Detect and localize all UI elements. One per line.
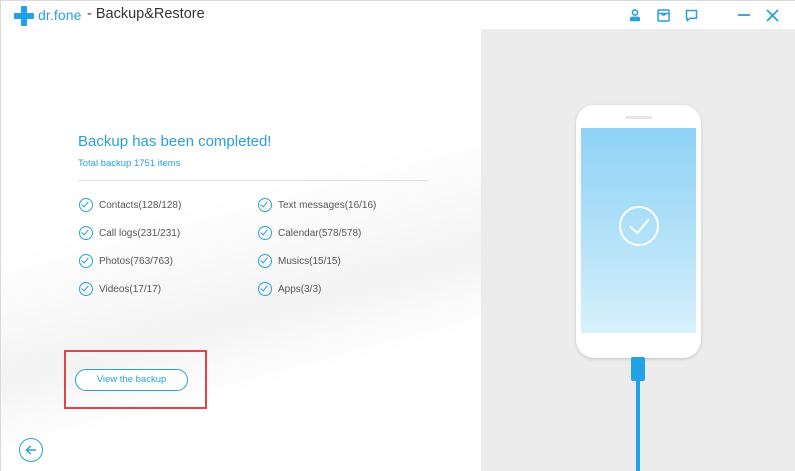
arrow-left-icon xyxy=(25,445,36,455)
drfone-logo-icon xyxy=(14,6,34,26)
title-bar: dr.fone - Backup&Restore xyxy=(1,1,795,29)
back-button[interactable] xyxy=(19,438,43,462)
check-circle-icon xyxy=(258,282,272,296)
check-circle-icon xyxy=(258,198,272,212)
result-item-label: Call logs(231/231) xyxy=(99,227,181,239)
result-item-label: Calendar(578/578) xyxy=(278,227,362,239)
check-circle-icon xyxy=(79,282,93,296)
check-circle-icon xyxy=(619,206,659,246)
phone-speaker xyxy=(625,116,652,119)
user-icon[interactable] xyxy=(627,7,643,23)
result-item-label: Photos(763/763) xyxy=(99,255,173,267)
result-item: Calendar(578/578) xyxy=(258,225,361,241)
usb-plug xyxy=(631,357,645,381)
result-item: Photos(763/763) xyxy=(79,253,173,269)
check-circle-icon xyxy=(79,254,93,268)
backup-complete-heading: Backup has been completed! xyxy=(78,133,272,150)
result-item: Contacts(128/128) xyxy=(79,197,181,213)
result-item-label: Apps(3/3) xyxy=(278,283,322,295)
window-title: - Backup&Restore xyxy=(87,6,205,22)
backup-total-summary: Total backup 1751 items xyxy=(78,158,181,169)
result-item: Musics(15/15) xyxy=(258,253,341,269)
brand-name: dr.fone xyxy=(38,7,82,23)
result-item: Call logs(231/231) xyxy=(79,225,180,241)
shop-icon[interactable] xyxy=(655,7,671,23)
feedback-icon[interactable] xyxy=(683,7,699,23)
check-circle-icon xyxy=(79,226,93,240)
check-circle-icon xyxy=(258,226,272,240)
phone-screen xyxy=(581,128,696,333)
phone-illustration xyxy=(576,105,701,358)
result-item: Videos(17/17) xyxy=(79,281,161,297)
result-item-label: Videos(17/17) xyxy=(99,283,162,295)
result-item: Text messages(16/16) xyxy=(258,197,376,213)
divider xyxy=(78,180,429,181)
result-item-label: Text messages(16/16) xyxy=(278,199,377,211)
view-backup-button[interactable]: View the backup xyxy=(75,369,188,391)
close-icon[interactable] xyxy=(764,7,780,23)
usb-cable xyxy=(636,379,640,471)
result-item-label: Contacts(128/128) xyxy=(99,199,182,211)
check-circle-icon xyxy=(258,254,272,268)
result-item: Apps(3/3) xyxy=(258,281,321,297)
check-circle-icon xyxy=(79,198,93,212)
minimize-icon[interactable] xyxy=(736,7,752,23)
result-item-label: Musics(15/15) xyxy=(278,255,341,267)
app-window: dr.fone - Backup&Restore Backup has been… xyxy=(0,0,795,471)
